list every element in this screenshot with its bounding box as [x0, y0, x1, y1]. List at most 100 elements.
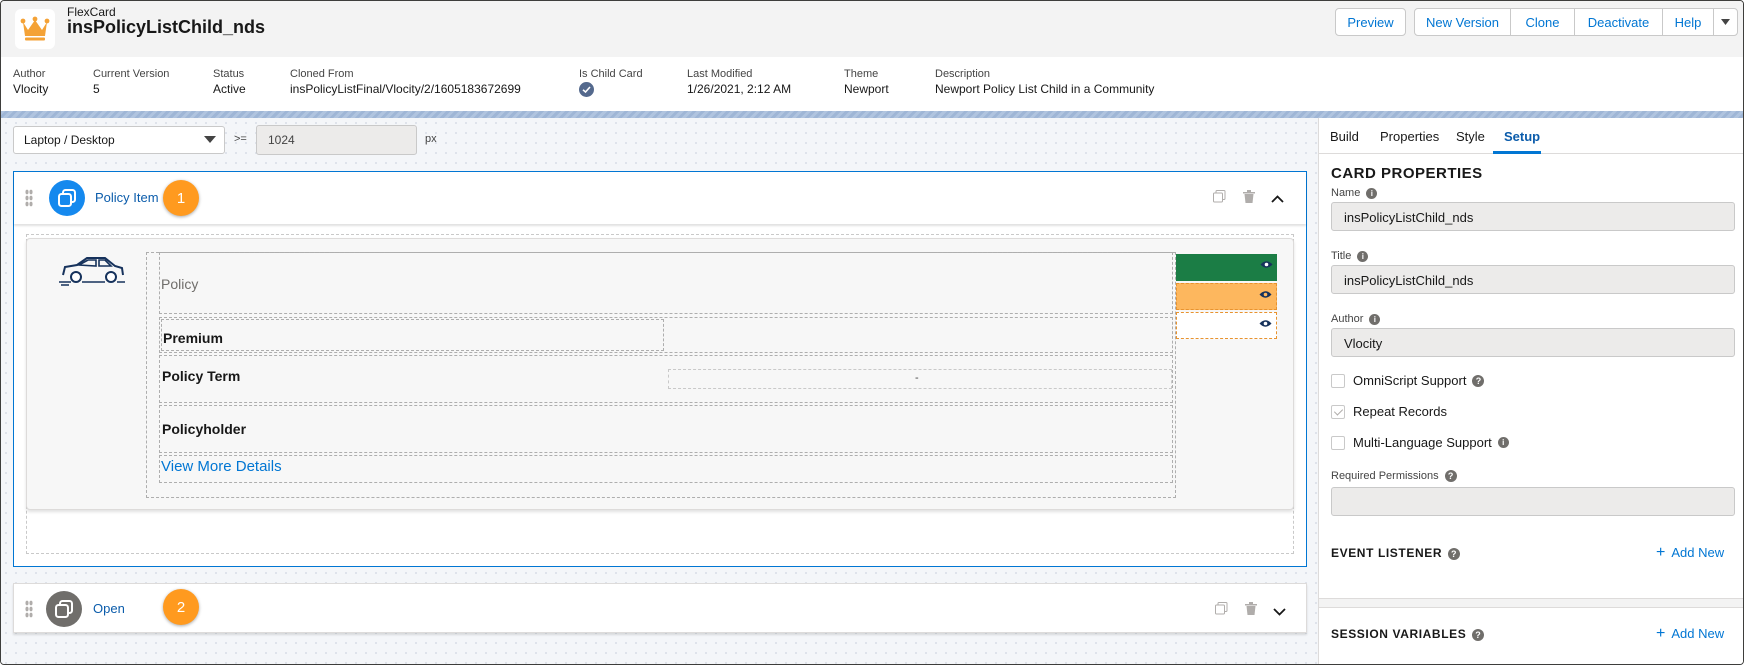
omniscript-support-checkbox[interactable]: OmniScript Support? — [1331, 373, 1485, 388]
policyholder-label: Policyholder — [162, 421, 247, 437]
deactivate-button[interactable]: Deactivate — [1574, 8, 1663, 36]
eye-icon[interactable] — [1259, 290, 1272, 299]
delete-icon[interactable] — [1245, 602, 1257, 618]
name-field-label: Name i — [1331, 187, 1378, 199]
chevron-down-icon[interactable] — [1273, 604, 1286, 619]
session-variables-add-new[interactable]: + Add New — [1656, 625, 1724, 643]
info-icon[interactable]: i — [1369, 313, 1381, 325]
active-tab-indicator — [1493, 151, 1541, 154]
flexcard-designer: FlexCard insPolicyListChild_nds Preview … — [0, 0, 1744, 665]
action-green[interactable] — [1176, 254, 1277, 281]
breakpoint-operator: >= — [234, 133, 247, 145]
meta-theme-value: Newport — [844, 82, 889, 96]
checkbox[interactable] — [1331, 435, 1345, 450]
copy-icon[interactable] — [1213, 190, 1226, 206]
card-state-open[interactable]: Open 2 — [13, 583, 1307, 633]
breakpoint-width-input[interactable]: 1024 — [256, 125, 417, 155]
help-button[interactable]: Help — [1662, 8, 1714, 36]
delete-icon[interactable] — [1243, 190, 1255, 206]
meta-modified-value: 1/26/2021, 2:12 AM — [687, 82, 792, 96]
checkbox[interactable] — [1331, 373, 1345, 388]
required-permissions-label: Required Permissions? — [1331, 470, 1457, 483]
card-state-icon — [46, 591, 82, 627]
panel-tabs: Build Properties Style Setup — [1319, 118, 1743, 154]
page-header: FlexCard insPolicyListChild_nds Preview … — [1, 1, 1743, 57]
meta-author: Author Vlocity — [13, 67, 48, 97]
help-icon[interactable]: ? — [1448, 547, 1461, 560]
tab-setup[interactable]: Setup — [1504, 129, 1540, 144]
policyholder-row — [159, 405, 1173, 453]
info-icon[interactable]: i — [1357, 250, 1369, 262]
tab-properties[interactable]: Properties — [1380, 129, 1439, 144]
premium-label: Premium — [163, 330, 223, 346]
meta-status: Status Active — [213, 67, 246, 97]
meta-is-child-card: Is Child Card — [579, 67, 643, 101]
more-actions-button[interactable] — [1713, 8, 1738, 36]
name-field[interactable]: insPolicyListChild_nds — [1331, 202, 1735, 231]
clone-button[interactable]: Clone — [1510, 8, 1575, 36]
eye-icon[interactable] — [1259, 319, 1272, 328]
meta-version-value: 5 — [93, 82, 100, 96]
eye-icon[interactable] — [1260, 260, 1273, 269]
policy-term-value: - — [915, 372, 919, 384]
policy-title-text: Policy — [161, 276, 199, 292]
meta-cloned-from: Cloned From insPolicyListFinal/Vlocity/2… — [290, 67, 521, 97]
multi-language-checkbox[interactable]: Multi-Language Support i — [1331, 435, 1509, 450]
meta-author-value: Vlocity — [13, 82, 49, 96]
meta-theme-label: Theme — [844, 68, 879, 80]
checkbox-checked[interactable] — [1331, 404, 1345, 419]
preview-button[interactable]: Preview — [1335, 8, 1406, 36]
policy-term-value-cell — [668, 369, 1172, 389]
check-circle-icon — [579, 82, 594, 97]
drag-handle-icon[interactable] — [25, 600, 33, 618]
device-select[interactable]: Laptop / Desktop — [13, 126, 225, 154]
meta-theme: Theme Newport — [844, 67, 889, 97]
card-properties-title: CARD PROPERTIES — [1331, 165, 1483, 182]
meta-modified-label: Last Modified — [687, 68, 753, 80]
step-badge: 2 — [163, 589, 199, 625]
card-state-name[interactable]: Policy Item — [95, 190, 159, 205]
help-icon[interactable]: ? — [1472, 374, 1485, 387]
info-icon[interactable]: i — [1366, 187, 1378, 199]
meta-description: Description Newport Policy List Child in… — [935, 67, 1154, 97]
required-permissions-field[interactable] — [1331, 487, 1735, 516]
step-badge: 1 — [163, 180, 199, 216]
policy-card-preview: Policy Premium Policy Term - Policyholde… — [26, 238, 1294, 510]
chevron-up-icon[interactable] — [1271, 191, 1284, 206]
session-variables-title: SESSION VARIABLES? — [1331, 627, 1485, 641]
card-state-name[interactable]: Open — [93, 601, 125, 616]
repeat-records-checkbox[interactable]: Repeat Records — [1331, 404, 1447, 419]
view-more-details-link[interactable]: View More Details — [161, 458, 282, 475]
author-field-label: Author i — [1331, 313, 1381, 325]
car-icon — [59, 253, 125, 290]
new-version-button[interactable]: New Version — [1414, 8, 1511, 36]
policy-term-label: Policy Term — [162, 368, 241, 384]
section-divider — [1319, 598, 1743, 608]
author-field[interactable]: Vlocity — [1331, 328, 1735, 357]
card-state-policy-item[interactable]: Policy Item 1 Policy Premium Policy Term… — [13, 171, 1307, 567]
view-more-row — [159, 455, 1173, 483]
record-details: Author Vlocity Current Version 5 Status … — [1, 57, 1743, 111]
meta-version-label: Current Version — [93, 68, 170, 80]
meta-current-version: Current Version 5 — [93, 67, 169, 97]
tab-build[interactable]: Build — [1330, 129, 1359, 144]
meta-author-label: Author — [13, 68, 46, 80]
card-state-icon — [49, 180, 85, 216]
event-listener-add-new[interactable]: + Add New — [1656, 544, 1724, 562]
card-state-header[interactable]: Policy Item 1 — [14, 172, 1306, 224]
header-divider — [1, 111, 1743, 118]
page-title: insPolicyListChild_nds — [67, 17, 266, 37]
tab-style[interactable]: Style — [1456, 129, 1485, 144]
info-icon[interactable]: i — [1497, 437, 1509, 448]
drag-handle-icon[interactable] — [25, 189, 33, 207]
crown-icon — [15, 9, 55, 49]
help-icon[interactable]: ? — [1444, 470, 1457, 483]
action-orange[interactable] — [1176, 283, 1277, 310]
help-icon[interactable]: ? — [1472, 628, 1485, 641]
properties-panel: Build Properties Style Setup CARD PROPER… — [1318, 118, 1743, 664]
event-listener-title: EVENT LISTENER? — [1331, 546, 1461, 560]
action-white[interactable] — [1176, 312, 1277, 339]
meta-last-modified: Last Modified 1/26/2021, 2:12 AM — [687, 67, 791, 97]
copy-icon[interactable] — [1215, 602, 1228, 618]
title-field[interactable]: insPolicyListChild_nds — [1331, 265, 1735, 294]
